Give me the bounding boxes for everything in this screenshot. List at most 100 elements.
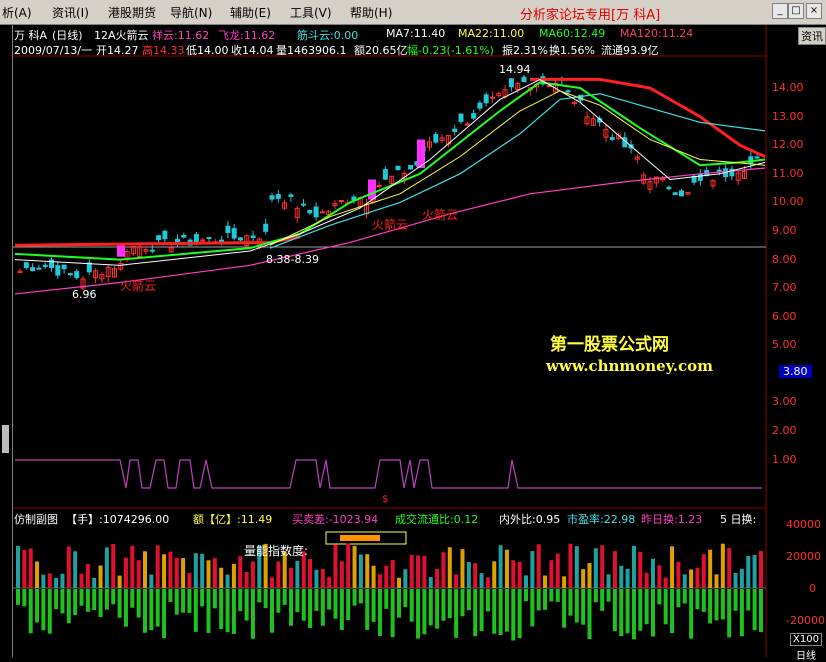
volume-bar-down <box>384 589 389 609</box>
volume-bar-up <box>390 560 395 588</box>
volume-bar-down <box>555 589 560 602</box>
candle-body <box>55 265 61 276</box>
candle-body <box>156 235 162 241</box>
open-price: 开14.27 <box>96 44 139 57</box>
volume-bar-down <box>301 589 306 621</box>
volume-bar-up <box>200 553 205 588</box>
volume-bar-down <box>435 589 440 629</box>
volume-bar-up <box>123 557 128 588</box>
rocket-marker <box>117 245 125 257</box>
volume-bar-up <box>41 574 46 588</box>
volume-bar-down <box>98 589 103 618</box>
volume-bar-up <box>28 548 33 588</box>
volume-bar-down <box>333 589 338 619</box>
xiangyun-value: 祥云:11.62 <box>152 29 210 42</box>
volume-bar-up <box>47 573 52 588</box>
volume-bar-down <box>733 589 738 611</box>
volume-bar-up <box>308 558 313 588</box>
info-button[interactable]: 资讯 <box>798 27 826 45</box>
volume-bar-up <box>651 558 655 588</box>
volume-bar-up <box>66 546 71 588</box>
volume-bar-up <box>701 554 706 588</box>
candle-body <box>74 271 80 279</box>
volume-bar-up <box>714 574 719 588</box>
volume-bar-up <box>174 557 179 588</box>
volume-bar-up <box>638 552 643 588</box>
volume-bar-up <box>428 577 433 588</box>
candle-body <box>206 237 212 240</box>
volume-bar-down <box>587 589 592 640</box>
volume-bar-up <box>454 574 459 588</box>
ma-yellow-line <box>269 90 766 246</box>
candle-body <box>275 194 281 199</box>
chart-period: (日线) <box>52 29 83 42</box>
volume-bar-up <box>485 577 490 588</box>
watermark-title: 第一股票公式网 <box>550 335 669 355</box>
candle-body <box>458 113 464 122</box>
candle-body <box>477 102 483 109</box>
volume-bar-up <box>708 549 713 588</box>
stock-name: 万 科A <box>14 29 48 42</box>
volume-bar-up <box>365 554 370 588</box>
volume-bar-up <box>377 574 382 588</box>
sub-five-day: 5 日换: <box>720 513 757 526</box>
volume-bar-down <box>701 589 706 612</box>
vol-tick: 20000 <box>786 550 821 563</box>
volume-bar-up <box>117 575 122 588</box>
candle-body <box>609 137 615 140</box>
volume-bar-down <box>689 589 694 639</box>
volume-bar-down <box>720 589 725 620</box>
volume-bar-up <box>498 545 503 588</box>
sub-amount: 额【亿】:11.49 <box>193 513 273 526</box>
volume-bar-down <box>231 589 236 634</box>
volume-bar-down <box>574 589 579 623</box>
volume-bar-down <box>746 589 751 611</box>
volume-bar-down <box>16 589 20 605</box>
candle-body <box>382 169 388 180</box>
volume-bar-up <box>409 555 414 588</box>
volume-bar-down <box>206 589 211 633</box>
sub-title: 仿制副图 <box>14 513 58 526</box>
peak-label: 14.94 <box>499 63 531 76</box>
candle-body <box>225 225 231 234</box>
volume-bar-up <box>758 550 763 588</box>
volume-bar-down <box>79 589 84 606</box>
volume-bar-up <box>219 567 224 588</box>
volume-bar-down <box>346 589 351 621</box>
volume-bar-up <box>625 568 630 588</box>
candle-body <box>288 194 294 197</box>
volume-bar-up <box>441 552 446 588</box>
volume-bar-down <box>187 589 192 613</box>
volume-bar-down <box>390 589 395 638</box>
volume-bar-up <box>238 556 243 588</box>
volume-bar-up <box>270 577 274 588</box>
current-price-tag: 3.80 <box>779 365 812 378</box>
volume-bar-up <box>447 547 452 588</box>
volume-bar-up <box>606 574 611 588</box>
volume-bar-up <box>104 547 109 588</box>
candle-body <box>433 134 439 143</box>
volume-bar-down <box>314 589 319 611</box>
ma120-value: MA120:11.24 <box>620 27 694 40</box>
high-price: 高14.33 <box>142 44 185 57</box>
volume-bar-up <box>492 561 497 588</box>
volume-bar-down <box>85 589 90 612</box>
volume-bar-down <box>28 589 33 634</box>
volume-bar-down <box>479 589 484 632</box>
kline-chart[interactable] <box>0 0 826 657</box>
volume-bar-down <box>308 589 313 629</box>
volume-bar-up <box>60 573 65 588</box>
volume-bar-up <box>250 561 255 588</box>
volume-bar-up <box>358 554 363 588</box>
volume-bar-down <box>409 589 414 622</box>
volume-bar-up <box>720 543 725 588</box>
volume-value: 量1463906.1 <box>276 44 347 57</box>
volume-bar-up <box>727 548 732 588</box>
volume-bar-up <box>663 577 668 588</box>
candle-body <box>231 228 237 239</box>
volume-bar-up <box>435 568 440 588</box>
volume-bar-down <box>174 589 179 615</box>
volume-bar-down <box>651 589 655 637</box>
volume-bar-up <box>460 549 465 588</box>
volume-bar-down <box>111 589 116 605</box>
